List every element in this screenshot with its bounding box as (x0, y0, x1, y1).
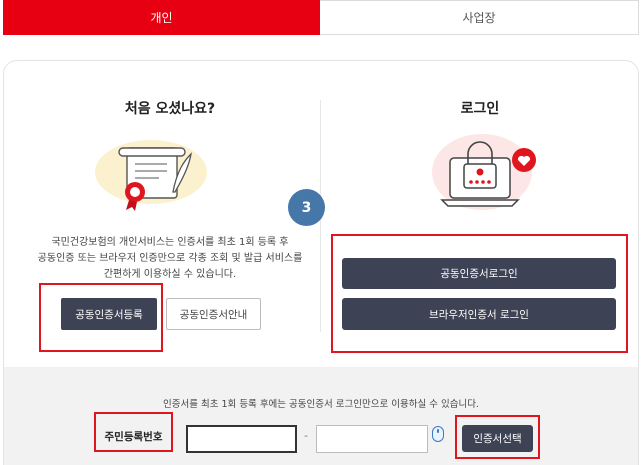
certificate-guide-button[interactable]: 공동인증서안내 (166, 298, 261, 330)
highlight-select-cert-box (455, 415, 540, 459)
virtual-keyboard-mouse-icon[interactable] (432, 426, 444, 442)
tab-personal[interactable]: 개인 (3, 0, 320, 35)
certificate-scroll-icon (95, 140, 207, 211)
resident-number-second-input[interactable] (316, 425, 428, 453)
resident-number-dash: - (304, 429, 308, 442)
tab-business[interactable]: 사업장 (320, 0, 639, 35)
login-heading: 로그인 (460, 101, 500, 117)
highlight-register-box (39, 283, 163, 352)
bottom-note: 인증서를 최초 1회 등록 후에는 공동인증서 로그인만으로 이용하실 수 있습… (163, 399, 479, 410)
user-type-tabs: 개인 사업장 (3, 0, 639, 35)
laptop-lock-icon (432, 134, 536, 210)
step-3-badge: 3 (288, 189, 325, 226)
resident-number-first-input[interactable] (186, 425, 297, 453)
highlight-login-box (331, 234, 628, 353)
first-visit-heading: 처음 오셨나요? (124, 101, 216, 117)
personal-service-info: 국민건강보험의 개인서비스는 인증서를 최초 1회 등록 후 공동인증 또는 브… (37, 237, 303, 280)
highlight-rrn-label-box (94, 412, 173, 452)
